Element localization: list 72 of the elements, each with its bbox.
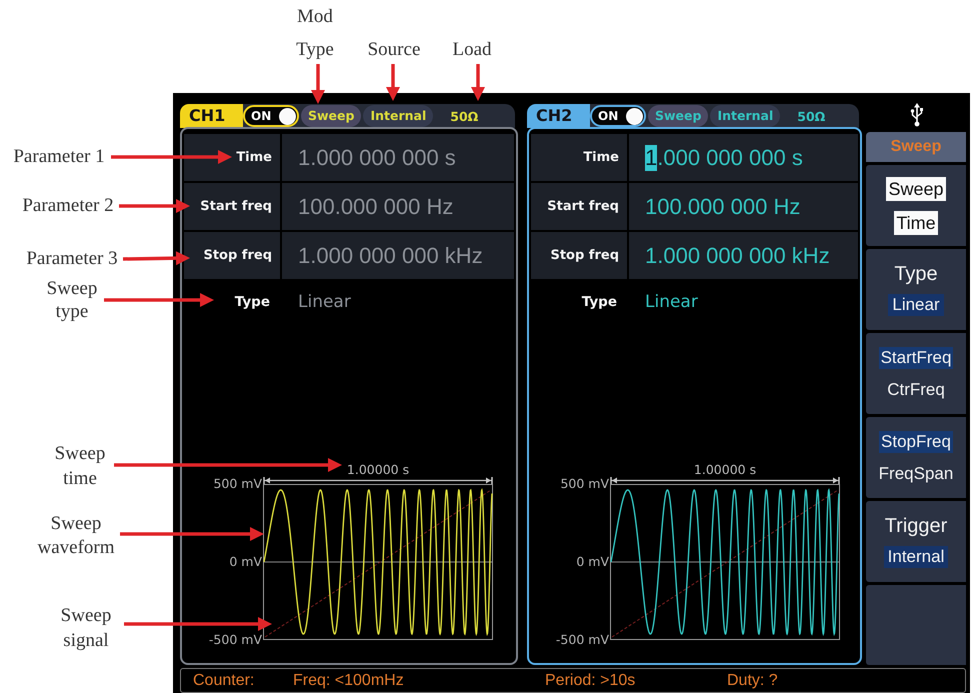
param-value: 1.000 000 000 kHz xyxy=(282,232,514,279)
sweep-type-label: Type xyxy=(234,293,271,312)
param-label: Time xyxy=(184,134,280,181)
sweep-time-label: 1.00000 s xyxy=(346,462,410,477)
load-value: 50Ω xyxy=(450,108,478,124)
sweep-type-value: Linear xyxy=(297,291,352,314)
menu-softkey[interactable]: Sweep Time xyxy=(866,165,966,246)
param-label: Start freq xyxy=(531,183,627,230)
softkey-title: Type xyxy=(894,263,938,286)
toggle-knob-icon xyxy=(279,108,296,124)
axis-label: 0 mV xyxy=(576,555,609,569)
sweep-time-label: 1.00000 s xyxy=(694,462,756,477)
callout-arrow xyxy=(122,251,190,266)
menu-softkey[interactable]: Trigger Internal xyxy=(866,501,966,582)
param-label: Time xyxy=(531,134,627,181)
param-value: 100.000 000 Hz xyxy=(282,183,514,230)
callout-label: Sweep type xyxy=(46,277,98,323)
callout-label: Sweep signal xyxy=(60,604,112,653)
param-value: 100.000 000 Hz xyxy=(629,183,858,230)
softkey-label: Time xyxy=(894,210,938,234)
output-toggle[interactable]: ON xyxy=(590,105,646,127)
counter-reading: Freq: <100mHz xyxy=(293,672,404,690)
sweep-type-value: Linear xyxy=(644,291,699,314)
axis-label: 500 mV xyxy=(213,477,262,491)
softkey-option[interactable]: FreqSpan xyxy=(876,462,956,484)
axis-label: -500 mV xyxy=(208,633,262,647)
channel-tab[interactable]: CH1 xyxy=(180,104,243,128)
param-label: Stop freq xyxy=(531,232,627,279)
axis-label: 500 mV xyxy=(560,477,609,491)
counter-label: Counter: xyxy=(193,672,254,690)
counter-reading: Period: >10s xyxy=(545,672,636,690)
callout-arrow xyxy=(311,64,325,104)
axis-label: -500 mV xyxy=(556,633,609,647)
source-tag: Internal xyxy=(363,105,434,127)
source-tag: Internal xyxy=(710,105,780,127)
softkey-option[interactable]: StartFreq xyxy=(878,346,954,368)
callout-arrow xyxy=(471,64,485,101)
softkey-value: Linear xyxy=(888,294,944,316)
callout-label: Mod Type xyxy=(296,5,334,62)
param-label: Start freq xyxy=(184,183,280,230)
menu-softkey[interactable]: StopFreq FreqSpan xyxy=(866,417,966,498)
callout-arrow xyxy=(119,199,190,213)
softkey-option[interactable]: CtrFreq xyxy=(885,378,947,400)
channel-tab[interactable]: CH2 xyxy=(527,104,590,128)
sweep-type-label: Type xyxy=(580,293,618,312)
callout-label: Parameter 1 xyxy=(13,147,105,167)
callout-label: Sweep time xyxy=(54,442,106,491)
param-value: 1.000 000 000 kHz xyxy=(629,232,858,279)
load-value: 50Ω xyxy=(797,108,826,124)
usb-icon xyxy=(910,103,924,127)
softkey-option[interactable]: StopFreq xyxy=(879,430,953,452)
softkey-label: Sweep xyxy=(886,176,946,200)
mod-type-tag: Sweep xyxy=(301,105,362,127)
softkey-title: Trigger xyxy=(884,515,948,538)
menu-title: Sweep xyxy=(866,132,966,162)
callout-label: Load xyxy=(452,38,492,62)
menu-softkey[interactable]: StartFreq CtrFreq xyxy=(866,333,966,414)
param-label: Stop freq xyxy=(184,232,280,279)
callout-label: Sweep waveform xyxy=(37,512,115,560)
counter-reading: Duty: ? xyxy=(727,672,778,690)
menu-softkey[interactable]: Type Linear xyxy=(866,249,966,330)
callout-arrow xyxy=(386,64,400,101)
callout-label: Parameter 3 xyxy=(26,249,118,269)
axis-label: 0 mV xyxy=(229,555,262,569)
param-value: 1.000 000 000 s xyxy=(629,134,858,181)
callout-label: Source xyxy=(368,38,420,62)
softkey-value: Internal xyxy=(884,546,948,568)
callout-label: Parameter 2 xyxy=(22,196,114,216)
toggle-knob-icon xyxy=(626,108,643,124)
output-toggle[interactable]: ON xyxy=(243,105,299,127)
mod-type-tag: Sweep xyxy=(648,105,708,127)
param-value: 1.000 000 000 s xyxy=(282,134,514,181)
